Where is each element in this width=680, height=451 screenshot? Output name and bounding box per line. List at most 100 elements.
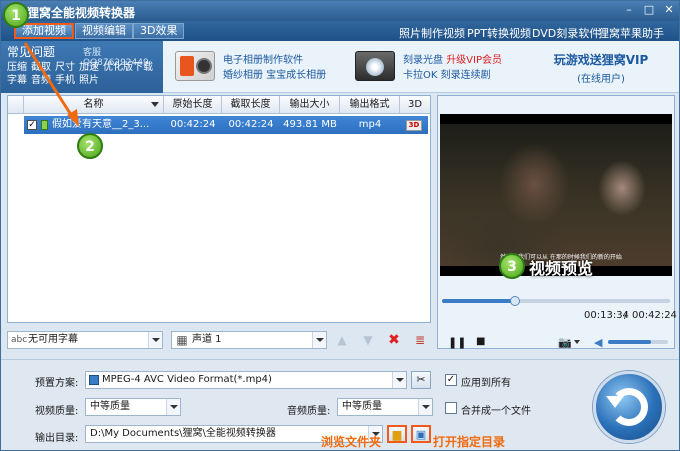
audio-track-select[interactable]: ▦ 声道 1 (171, 331, 327, 349)
burn-promo[interactable]: 刻录光盘 升级VIP会员 卡拉OK 刻录连续剧 (347, 41, 519, 93)
step-badge-1: 1 (3, 2, 29, 28)
subtitle-select[interactable]: abc 无可用字幕 (7, 331, 163, 349)
col-output-size[interactable]: 输出大小 (280, 96, 340, 114)
faq-link[interactable]: 优化版下载 (103, 62, 153, 73)
step-badge-2: 2 (77, 133, 103, 159)
burn-promo-line1: 刻录光盘 升级VIP会员 (403, 55, 503, 66)
volume-level (608, 340, 652, 344)
maximize-button[interactable]: □ (641, 3, 657, 17)
audio-quality-label: 音频质量: (287, 406, 331, 417)
open-directory-icon: ▣ (415, 428, 427, 441)
faq-link[interactable]: 照片 (79, 75, 99, 86)
subtitle-value: 无可用字幕 (28, 334, 78, 345)
subtitle-icon: abc (11, 335, 28, 345)
video-quality-select[interactable]: 中等质量 (85, 398, 181, 416)
close-button[interactable]: ✕ (661, 3, 677, 17)
merge-label: 合并成一个文件 (461, 406, 531, 417)
chevron-down-icon (166, 399, 180, 415)
folder-icon: ▆ (392, 428, 402, 441)
faq-link[interactable]: 加速 (79, 62, 99, 73)
ppt-to-video-link[interactable]: PPT转换视频 (467, 25, 531, 41)
chevron-down-icon (418, 399, 432, 415)
move-up-icon[interactable]: ▲ (335, 333, 349, 347)
total-time: 00:42:24 (632, 310, 677, 321)
video-quality-label: 视频质量: (35, 406, 79, 417)
minimize-button[interactable]: – (621, 3, 637, 17)
output-dir-label: 输出目录: (35, 433, 79, 444)
convert-arrowhead-icon (606, 396, 624, 408)
video-quality-value: 中等质量 (90, 401, 130, 412)
col-output-format[interactable]: 输出格式 (340, 96, 400, 114)
volume-icon[interactable]: ◀ (594, 336, 602, 349)
move-down-icon[interactable]: ▼ (361, 333, 375, 347)
output-dir-value: D:\My Documents\狸窝\全能视频转换器 (90, 428, 276, 439)
stop-icon[interactable]: ■ (476, 336, 485, 347)
col-original-length[interactable]: 原始长度 (164, 96, 222, 114)
pause-icon[interactable]: ❚❚ (448, 336, 466, 349)
snapshot-camera-icon[interactable]: 📷 (558, 336, 572, 349)
table-row[interactable]: ✓ 假如爱有天意__2_3... 00:42:24 00:42:24 493.8… (24, 116, 428, 134)
preset-label: 预置方案: (35, 378, 79, 389)
chevron-down-icon (312, 332, 326, 348)
photo-to-video-link[interactable]: 照片制作视频 (399, 25, 465, 41)
browse-folder-callout: 浏览文件夹 (321, 435, 382, 449)
chevron-down-icon (148, 332, 162, 348)
delete-icon[interactable]: ✖ (387, 333, 401, 347)
audio-quality-value: 中等质量 (342, 401, 382, 412)
window-title: 狸窝全能视频转换器 (27, 6, 136, 20)
vip-title: 玩游戏送狸窝VIP (553, 53, 649, 67)
sort-arrow-icon (151, 102, 159, 107)
convert-button[interactable] (593, 371, 665, 443)
burn-promo-line2: 卡拉OK 刻录连续剧 (403, 70, 491, 81)
col-cut-length[interactable]: 截取长度 (222, 96, 280, 114)
3d-effect-button[interactable]: 3D效果 (133, 23, 185, 39)
cell-output-size: 493.81 MB (283, 119, 337, 130)
clear-list-icon[interactable]: ≣ (413, 333, 427, 347)
album-promo-line2: 婚纱相册 宝宝成长相册 (223, 70, 327, 81)
video-frame: 然而…我们可以从 在那的时候我们的新的开始 (440, 124, 672, 266)
banner: 常见问题 客服QQ876292449 压缩截取尺寸加速优化版下载 字幕音频手机照… (1, 41, 679, 93)
preview-screen[interactable]: 然而…我们可以从 在那的时候我们的新的开始 (440, 114, 672, 276)
chevron-down-icon (392, 372, 406, 388)
apple-helper-link[interactable]: 狸窝苹果助手 (598, 25, 664, 41)
wrench-icon: ✂ (416, 373, 426, 386)
merge-checkbox[interactable] (445, 402, 457, 414)
seek-bar[interactable] (442, 296, 670, 306)
file-list: 名称 原始长度 截取长度 输出大小 输出格式 3D ✓ 假如爱有天意__2_3.… (7, 95, 431, 323)
audio-track-icon: ▦ (176, 333, 188, 347)
3d-badge-icon: 3D (406, 120, 422, 131)
advanced-settings-button[interactable]: ✂ (411, 371, 431, 389)
video-preview: 然而…我们可以从 在那的时候我们的新的开始 00:13:34 / 00:42:2… (437, 95, 677, 349)
open-folder-button[interactable]: ▣ (411, 425, 431, 443)
preset-value: MPEG-4 AVC Video Format(*.mp4) (102, 374, 272, 385)
cell-format: mp4 (358, 119, 382, 130)
audio-quality-select[interactable]: 中等质量 (337, 398, 433, 416)
apply-all-label: 应用到所有 (461, 378, 511, 389)
seek-handle[interactable] (509, 296, 520, 306)
top-nav: 添加视频 视频编辑 3D效果 照片制作视频 PPT转换视频 DVD刻录软件 狸窝… (1, 21, 679, 41)
album-promo-line1: 电子相册制作软件 (223, 55, 303, 66)
seek-progress (442, 299, 515, 303)
title-bar: 狸窝全能视频转换器 – □ ✕ (1, 1, 679, 21)
film-reel-icon (175, 51, 215, 81)
col-3d[interactable]: 3D (400, 96, 430, 114)
apply-all-checkbox[interactable]: ✓ (445, 374, 457, 386)
video-edit-button[interactable]: 视频编辑 (75, 23, 133, 39)
app-window: 狸窝全能视频转换器 – □ ✕ 添加视频 视频编辑 3D效果 照片制作视频 PP… (0, 0, 680, 451)
dvd-burn-link[interactable]: DVD刻录软件 (532, 25, 600, 41)
audio-track-value: 声道 1 (192, 334, 222, 345)
open-dir-callout: 打开指定目录 (433, 435, 506, 449)
volume-slider[interactable] (608, 340, 668, 344)
list-toolbar: abc 无可用字幕 ▦ 声道 1 ▲ ▼ ✖ ≣ (7, 331, 431, 351)
snapshot-menu-icon[interactable] (574, 340, 580, 344)
vip-upgrade-link[interactable]: 升级VIP会员 (446, 55, 502, 66)
vip-subtitle: (在线用户) (577, 74, 625, 85)
format-icon (89, 375, 99, 385)
cell-3d[interactable]: 3D (400, 116, 428, 134)
cell-original-length: 00:42:24 (170, 119, 216, 130)
step-badge-3: 3 (499, 253, 525, 279)
vip-promo[interactable]: 玩游戏送狸窝VIP (在线用户) (521, 41, 679, 93)
album-promo[interactable]: 电子相册制作软件 婚纱相册 宝宝成长相册 (167, 41, 343, 93)
preset-select[interactable]: MPEG-4 AVC Video Format(*.mp4) (85, 371, 407, 389)
browse-folder-button[interactable]: ▆ (387, 425, 407, 443)
